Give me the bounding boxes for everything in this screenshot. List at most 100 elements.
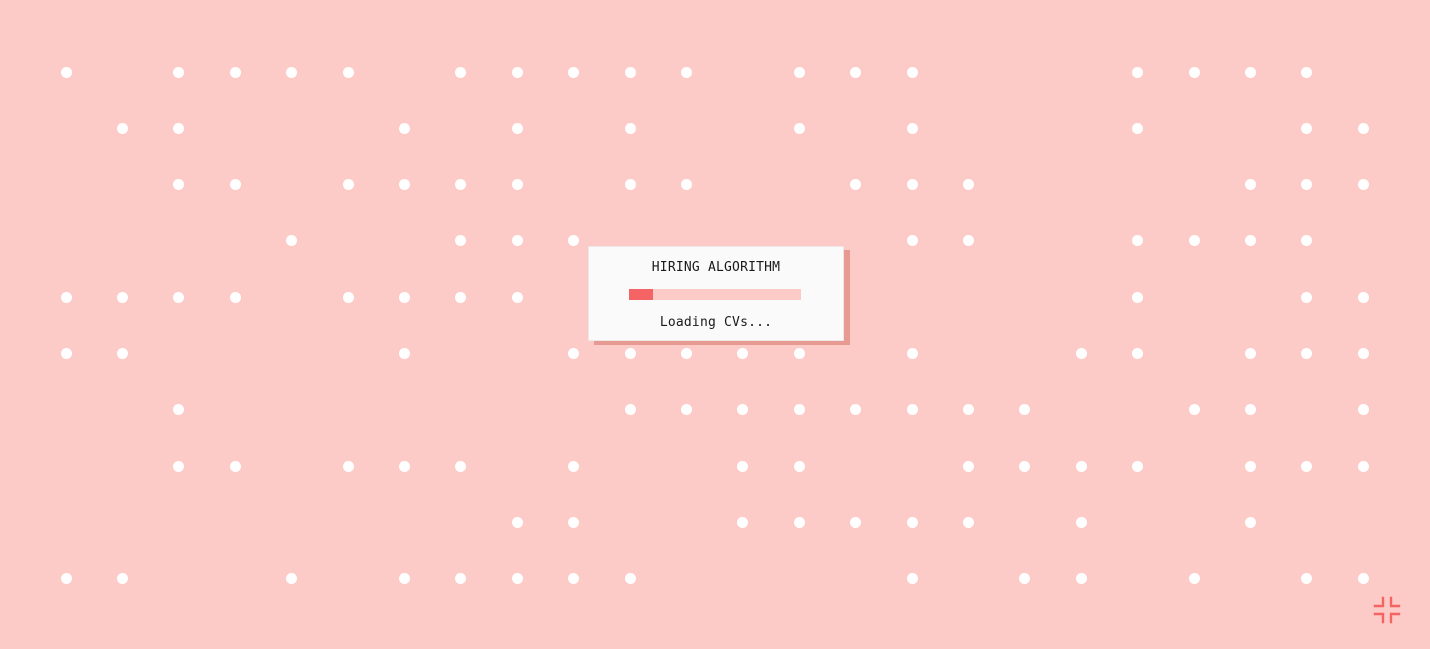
grid-dot bbox=[511, 516, 523, 528]
grid-dot bbox=[116, 122, 128, 134]
grid-dot bbox=[906, 404, 918, 416]
progress-bar-fill bbox=[629, 289, 654, 300]
grid-dot bbox=[455, 235, 467, 247]
grid-dot bbox=[342, 291, 354, 303]
grid-dot bbox=[1075, 573, 1087, 585]
grid-dot bbox=[511, 235, 523, 247]
dialog-title: HIRING ALGORITHM bbox=[651, 260, 781, 275]
grid-dot bbox=[1357, 122, 1369, 134]
grid-dot bbox=[398, 179, 410, 191]
grid-dot bbox=[568, 460, 580, 472]
grid-dot bbox=[906, 573, 918, 585]
grid-dot bbox=[737, 516, 749, 528]
app-background: HIRING ALGORITHM Loading CVs... bbox=[0, 0, 1430, 649]
grid-dot bbox=[737, 460, 749, 472]
grid-dot bbox=[1132, 348, 1144, 359]
grid-dot bbox=[398, 573, 410, 585]
grid-dot bbox=[398, 460, 410, 472]
collapse-arrows-icon bbox=[1373, 596, 1401, 624]
grid-dot bbox=[455, 573, 467, 585]
grid-dot bbox=[1357, 573, 1369, 585]
grid-dot bbox=[1301, 66, 1313, 78]
grid-dot bbox=[906, 235, 918, 247]
grid-dot bbox=[680, 404, 692, 416]
grid-dot bbox=[1075, 460, 1087, 472]
grid-dot bbox=[60, 348, 72, 359]
grid-dot bbox=[680, 66, 692, 78]
grid-dot bbox=[60, 573, 72, 585]
grid-dot bbox=[624, 573, 636, 585]
grid-dot bbox=[1357, 348, 1369, 359]
grid-dot bbox=[173, 404, 185, 416]
grid-dot bbox=[398, 291, 410, 303]
grid-dot bbox=[116, 291, 128, 303]
grid-dot bbox=[1357, 404, 1369, 416]
grid-dot bbox=[962, 179, 974, 191]
grid-dot bbox=[624, 348, 636, 359]
grid-dot bbox=[906, 66, 918, 78]
grid-dot bbox=[1075, 348, 1087, 359]
grid-dot bbox=[624, 404, 636, 416]
grid-dot bbox=[286, 235, 298, 247]
progress-bar bbox=[629, 289, 801, 300]
grid-dot bbox=[1301, 235, 1313, 247]
loading-status-text: Loading CVs... bbox=[659, 315, 773, 330]
grid-dot bbox=[1244, 460, 1256, 472]
grid-dot bbox=[173, 179, 185, 191]
grid-dot bbox=[1301, 122, 1313, 134]
grid-dot bbox=[1301, 179, 1313, 191]
grid-dot bbox=[455, 179, 467, 191]
grid-dot bbox=[1301, 573, 1313, 585]
grid-dot bbox=[568, 573, 580, 585]
grid-dot bbox=[286, 66, 298, 78]
grid-dot bbox=[1301, 460, 1313, 472]
grid-dot bbox=[229, 66, 241, 78]
grid-dot bbox=[1301, 291, 1313, 303]
grid-dot bbox=[229, 291, 241, 303]
grid-dot bbox=[511, 66, 523, 78]
collapse-button[interactable] bbox=[1372, 595, 1402, 625]
grid-dot bbox=[1132, 122, 1144, 134]
grid-dot bbox=[850, 179, 862, 191]
loading-dialog: HIRING ALGORITHM Loading CVs... bbox=[588, 246, 844, 341]
grid-dot bbox=[1132, 235, 1144, 247]
grid-dot bbox=[1357, 460, 1369, 472]
grid-dot bbox=[1188, 66, 1200, 78]
grid-dot bbox=[1132, 291, 1144, 303]
grid-dot bbox=[116, 348, 128, 359]
grid-dot bbox=[342, 179, 354, 191]
grid-dot bbox=[455, 291, 467, 303]
grid-dot bbox=[962, 404, 974, 416]
grid-dot bbox=[342, 460, 354, 472]
grid-dot bbox=[1019, 404, 1031, 416]
grid-dot bbox=[1188, 235, 1200, 247]
grid-dot bbox=[793, 66, 805, 78]
grid-dot bbox=[850, 404, 862, 416]
grid-dot bbox=[1132, 460, 1144, 472]
grid-dot bbox=[624, 66, 636, 78]
grid-dot bbox=[680, 348, 692, 359]
grid-dot bbox=[1357, 291, 1369, 303]
grid-dot bbox=[60, 66, 72, 78]
grid-dot bbox=[906, 516, 918, 528]
grid-dot bbox=[1075, 516, 1087, 528]
grid-dot bbox=[1188, 404, 1200, 416]
grid-dot bbox=[229, 460, 241, 472]
grid-dot bbox=[342, 66, 354, 78]
grid-dot bbox=[511, 179, 523, 191]
grid-dot bbox=[1357, 179, 1369, 191]
grid-dot bbox=[455, 66, 467, 78]
grid-dot bbox=[1244, 179, 1256, 191]
grid-dot bbox=[173, 460, 185, 472]
grid-dot bbox=[1244, 404, 1256, 416]
grid-dot bbox=[568, 66, 580, 78]
grid-dot bbox=[1244, 516, 1256, 528]
grid-dot bbox=[173, 291, 185, 303]
grid-dot bbox=[793, 348, 805, 359]
grid-dot bbox=[906, 122, 918, 134]
grid-dot bbox=[793, 404, 805, 416]
grid-dot bbox=[568, 235, 580, 247]
grid-dot bbox=[962, 460, 974, 472]
grid-dot bbox=[624, 179, 636, 191]
grid-dot bbox=[568, 516, 580, 528]
